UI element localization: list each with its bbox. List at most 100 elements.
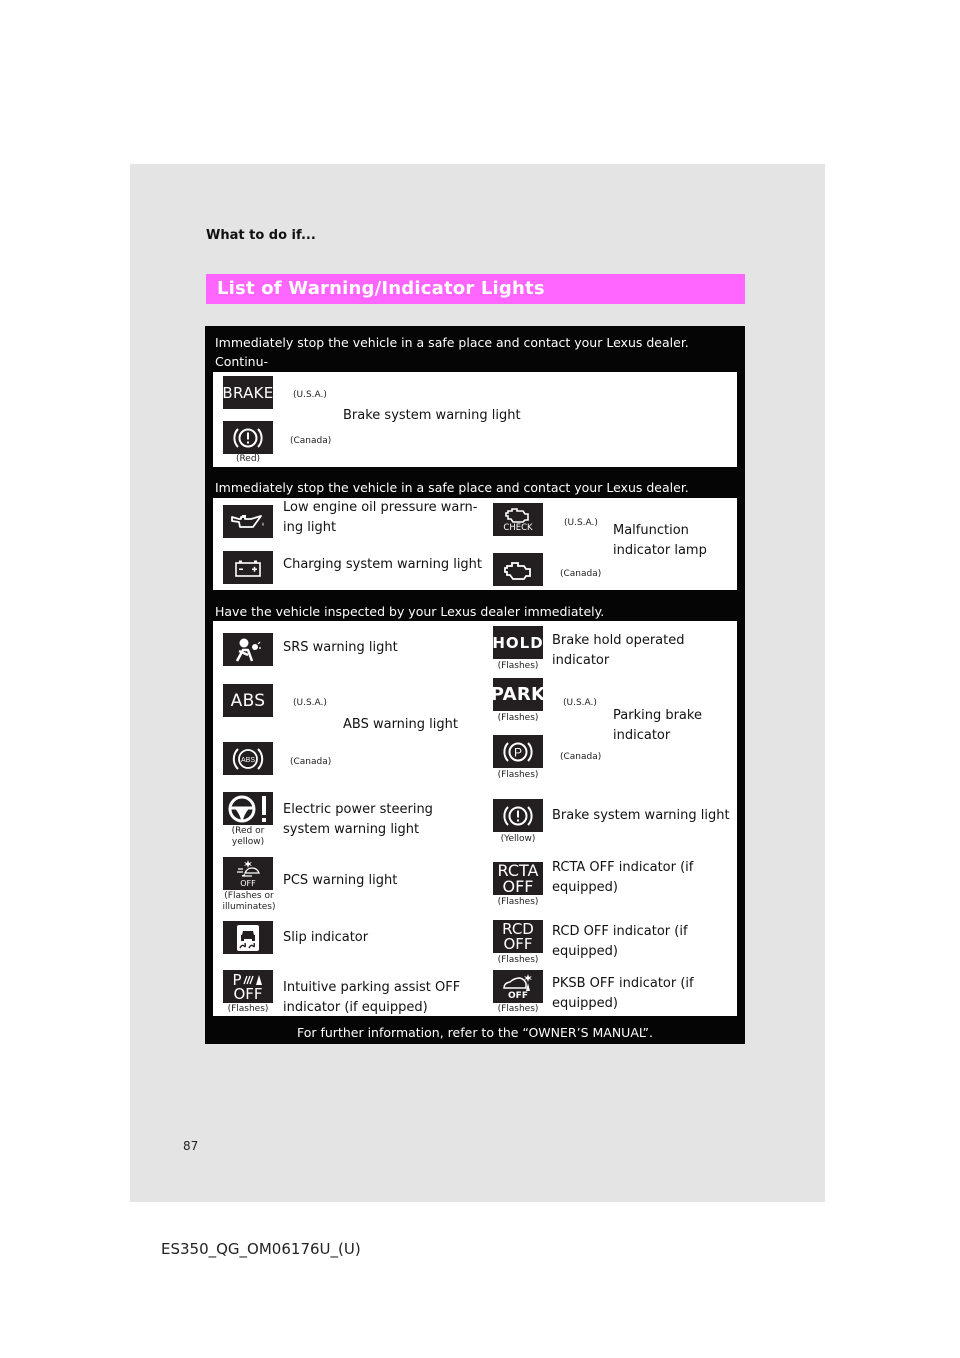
parking-brake-label: Parking brake indicator <box>613 706 702 745</box>
pksb-note: (Flashes) <box>497 1004 539 1014</box>
check-text: CHECK <box>503 523 533 533</box>
section-1-panel: BRAKE (U.S.A.) (Canada) (Red) Brake syst… <box>213 372 737 467</box>
rcta-off-text: OFF <box>502 876 534 896</box>
region-usa: (U.S.A.) <box>293 390 327 400</box>
park-usa-note: (Flashes) <box>497 713 539 723</box>
pcs-note: (Flashes or illuminates) <box>219 891 279 913</box>
rcd-note: (Flashes) <box>497 955 539 965</box>
pcs-label: PCS warning light <box>283 873 398 888</box>
oil-pressure-label: Low engine oil pressure warn- ing light <box>283 498 477 537</box>
eps-note: (Red or yellow) <box>223 826 273 848</box>
color-note: (Red) <box>235 454 261 464</box>
oil-pressure-label-line2: ing light <box>283 519 337 535</box>
steering-wheel-exclamation-icon <box>223 792 273 825</box>
rcta-label: RCTA OFF indicator (if equipped) <box>552 858 693 897</box>
eps-label: Electric power steering system warning l… <box>283 800 433 839</box>
section-label: What to do if... <box>206 228 316 243</box>
rcta-label-line2: equipped) <box>552 879 618 895</box>
pksb-label: PKSB OFF indicator (if equipped) <box>552 974 694 1013</box>
section-2-header: Immediately stop the vehicle in a safe p… <box>215 480 689 495</box>
rcd-label-line1: RCD OFF indicator (if <box>552 924 688 939</box>
rcta-note: (Flashes) <box>497 897 539 907</box>
owners-manual-footer: For further information, refer to the “O… <box>296 1025 653 1040</box>
pksb-label-line2: equipped) <box>552 995 618 1011</box>
eps-label-line2: system warning light <box>283 821 420 837</box>
rcta-off-icon: RCTA OFF <box>493 862 543 895</box>
malfunction-label-line1: Malfunction <box>613 523 689 538</box>
brake-system-warning-label: Brake system warning light <box>343 408 521 423</box>
parking-assist-off-icon: P OFF <box>223 970 273 1003</box>
charging-system-label: Charging system warning light <box>283 557 483 572</box>
oil-pressure-label-line1: Low engine oil pressure warn- <box>283 500 478 515</box>
document-code: ES350_QG_OM06176U_(U) <box>161 1240 361 1258</box>
slip-label: Slip indicator <box>283 930 369 945</box>
pcs-note-line1: (Flashes or <box>224 891 274 901</box>
pcs-off-icon: OFF <box>223 857 273 890</box>
page-number: 87 <box>183 1139 199 1153</box>
eps-note-line1: (Red or <box>231 826 265 836</box>
rcd-label-line2: equipped) <box>552 943 618 959</box>
title-bar: List of Warning/Indicator Lights <box>206 274 745 304</box>
page-title: List of Warning/Indicator Lights <box>217 278 545 299</box>
svg-text:P: P <box>514 745 522 759</box>
abs-text: ABS <box>230 690 266 711</box>
region-canada: (Canada) <box>290 436 332 446</box>
pcs-note-line2: illuminates) <box>222 902 276 912</box>
pcs-off-text: OFF <box>240 879 256 888</box>
abs-text-icon: ABS <box>223 684 273 717</box>
rcd-label: RCD OFF indicator (if equipped) <box>552 922 688 961</box>
hold-text: HOLD <box>492 633 544 652</box>
battery-icon <box>223 551 273 584</box>
parking-brake-label-line1: Parking brake <box>613 708 702 723</box>
park-text: PARK <box>490 684 546 705</box>
brake-circle-exclamation-icon <box>493 799 543 832</box>
section-3-panel: SRS warning light ABS (U.S.A.) ABS (Cana… <box>213 621 737 1016</box>
section-3-header: Have the vehicle inspected by your Lexus… <box>215 604 605 619</box>
hold-text-icon: HOLD <box>492 626 544 659</box>
brake-yellow-label: Brake system warning light <box>552 808 730 823</box>
brake-text: BRAKE <box>222 383 274 402</box>
warning-lights-box: Immediately stop the vehicle in a safe p… <box>205 326 745 1044</box>
abs-circle-icon: ABS <box>223 742 273 775</box>
ipa-label-line1: Intuitive parking assist OFF <box>283 980 461 995</box>
rcd-off-text: OFF <box>503 934 533 953</box>
hold-note: (Flashes) <box>497 661 539 671</box>
park-circle-icon: P <box>493 735 543 768</box>
region-canada: (Canada) <box>290 757 332 767</box>
hold-label: Brake hold operated indicator <box>552 633 685 668</box>
engine-icon <box>493 553 543 586</box>
region-usa: (U.S.A.) <box>563 698 597 708</box>
ipa-label: Intuitive parking assist OFF indicator (… <box>283 978 460 1017</box>
region-canada: (Canada) <box>560 569 602 579</box>
section-1-header-line1: Immediately stop the vehicle in a safe p… <box>215 335 689 369</box>
rcd-off-icon: RCD OFF <box>493 920 543 953</box>
ipa-off-text: OFF <box>233 984 263 1003</box>
rcta-label-line1: RCTA OFF indicator (if <box>552 860 694 875</box>
abs-label: ABS warning light <box>343 717 458 732</box>
malfunction-label-line2: indicator lamp <box>613 542 707 558</box>
oil-can-icon <box>223 505 273 538</box>
svg-text:ABS: ABS <box>241 757 255 764</box>
srs-label: SRS warning light <box>283 640 398 655</box>
park-text-icon: PARK <box>490 678 546 711</box>
slip-car-icon <box>223 921 273 954</box>
pksb-off-icon: OFF <box>493 970 543 1003</box>
brake-circle-exclamation-icon <box>223 421 273 454</box>
malfunction-indicator-label: Malfunction indicator lamp <box>613 521 707 560</box>
region-usa: (U.S.A.) <box>564 518 598 528</box>
section-2-panel: Low engine oil pressure warn- ing light … <box>213 498 737 590</box>
pksb-label-line1: PKSB OFF indicator (if <box>552 976 694 991</box>
eps-label-line1: Electric power steering <box>283 802 433 817</box>
ipa-label-line2: indicator (if equipped) <box>283 999 428 1015</box>
brake-text-icon: BRAKE <box>222 376 274 409</box>
ipa-note: (Flashes) <box>227 1004 269 1014</box>
region-canada: (Canada) <box>560 752 602 762</box>
eps-note-line2: yellow) <box>231 837 265 847</box>
park-canada-note: (Flashes) <box>497 770 539 780</box>
brake-yellow-note: (Yellow) <box>500 834 536 844</box>
parking-brake-label-line2: indicator <box>613 727 671 743</box>
pksb-off-text: OFF <box>508 991 528 1001</box>
airbag-icon <box>223 633 273 666</box>
region-usa: (U.S.A.) <box>293 698 327 708</box>
engine-check-icon: CHECK <box>493 503 543 536</box>
